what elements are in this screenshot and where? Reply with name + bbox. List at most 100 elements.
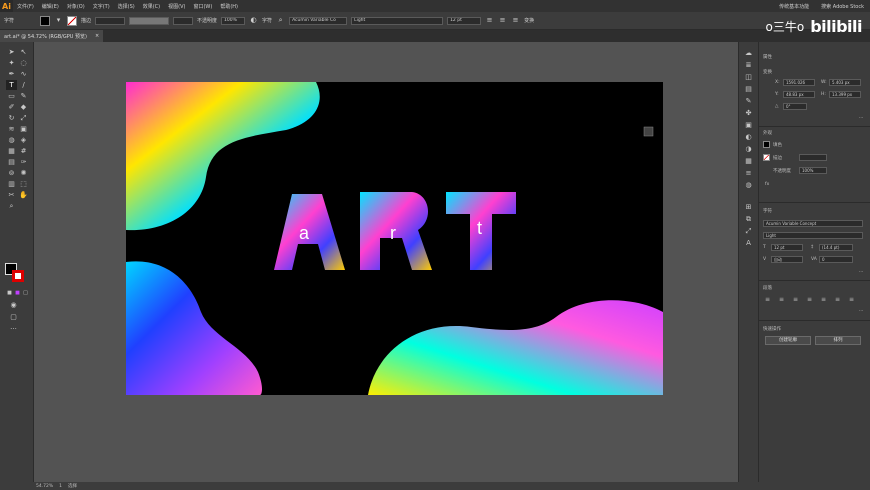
h-field[interactable]: 13.399 px bbox=[829, 91, 861, 98]
font-size-field[interactable]: 12 pt bbox=[447, 16, 482, 25]
pen-tool-icon[interactable]: ✒ bbox=[6, 69, 17, 79]
arrange-button[interactable]: 排列 bbox=[815, 336, 861, 345]
stroke-color-box[interactable] bbox=[12, 270, 24, 282]
transparency-icon[interactable]: ◍ bbox=[743, 180, 754, 190]
align-center-icon[interactable]: ≡ bbox=[779, 296, 784, 303]
line-tool-icon[interactable]: / bbox=[18, 80, 29, 90]
chevron-down-icon[interactable]: ▾ bbox=[54, 16, 63, 25]
brush-field[interactable] bbox=[173, 16, 194, 25]
column-graph-tool-icon[interactable]: ▥ bbox=[6, 179, 17, 189]
stroke-weight-field[interactable] bbox=[799, 154, 827, 161]
curvature-tool-icon[interactable]: ∿ bbox=[18, 69, 29, 79]
angle-field[interactable]: 0° bbox=[783, 103, 807, 110]
recolor-icon[interactable]: ◐ bbox=[249, 16, 258, 25]
font-style-field[interactable]: Light bbox=[351, 16, 444, 25]
menu-file[interactable]: 文件(F) bbox=[13, 3, 38, 10]
panel-font-family-field[interactable]: Acumin Variable Concept bbox=[763, 220, 863, 227]
opacity-field[interactable]: 100% bbox=[221, 16, 246, 25]
type-tool-icon[interactable]: T bbox=[6, 80, 17, 90]
stroke-swatch[interactable] bbox=[67, 15, 78, 26]
more-paragraph-icon[interactable]: ··· bbox=[859, 309, 863, 314]
menu-type[interactable]: 文字(T) bbox=[89, 3, 114, 10]
more-options-icon[interactable]: ··· bbox=[859, 116, 863, 121]
fill-swatch[interactable] bbox=[40, 15, 51, 26]
menu-help[interactable]: 帮助(H) bbox=[216, 3, 242, 10]
variable-width-field[interactable] bbox=[129, 16, 170, 25]
panel-tracking-field[interactable]: 0 bbox=[819, 256, 853, 263]
swatches-icon[interactable]: ▦ bbox=[743, 156, 754, 166]
slice-tool-icon[interactable]: ✂ bbox=[6, 190, 17, 200]
none-mode-icon[interactable]: □ bbox=[20, 288, 31, 298]
zoom-tool-icon[interactable]: ⌕ bbox=[6, 201, 17, 211]
brushes-icon[interactable]: ✎ bbox=[743, 96, 754, 106]
zoom-level[interactable]: 54.72% bbox=[36, 484, 53, 489]
rotate-tool-icon[interactable]: ↻ bbox=[6, 113, 17, 123]
hand-tool-icon[interactable]: ✋ bbox=[18, 190, 29, 200]
warp-tool-icon[interactable]: ≋ bbox=[6, 124, 17, 134]
paintbrush-tool-icon[interactable]: ✎ bbox=[18, 91, 29, 101]
direct-selection-tool-icon[interactable]: ↖ bbox=[18, 47, 29, 57]
panel-kerning-field[interactable]: 自动 bbox=[771, 256, 803, 263]
appearance-fill-swatch[interactable] bbox=[763, 141, 770, 148]
appearance-stroke-swatch[interactable] bbox=[763, 154, 770, 161]
font-family-field[interactable]: Acumin Variable Co bbox=[289, 16, 348, 25]
libraries-icon[interactable]: ☁ bbox=[743, 48, 754, 58]
x-field[interactable]: 1591.026 bbox=[783, 79, 815, 86]
menu-window[interactable]: 窗口(W) bbox=[189, 3, 216, 10]
live-paint-tool-icon[interactable]: ◈ bbox=[18, 135, 29, 145]
more-tools-icon[interactable]: ··· bbox=[8, 324, 19, 334]
perspective-grid-tool-icon[interactable]: ▦ bbox=[6, 146, 17, 156]
pathfinder-icon[interactable]: ⧉ bbox=[743, 214, 754, 224]
w-field[interactable]: 5.403 px bbox=[829, 79, 861, 86]
workspace-switcher[interactable]: 传统基本功能 bbox=[775, 3, 813, 10]
lasso-tool-icon[interactable]: ◌ bbox=[18, 58, 29, 68]
rectangle-tool-icon[interactable]: ▭ bbox=[6, 91, 17, 101]
menu-edit[interactable]: 编辑(E) bbox=[38, 3, 63, 10]
menu-select[interactable]: 选择(S) bbox=[114, 3, 139, 10]
scale-tool-icon[interactable]: ⤢ bbox=[18, 113, 29, 123]
more-character-icon[interactable]: ··· bbox=[859, 270, 863, 275]
magic-wand-icon[interactable]: ✦ bbox=[6, 58, 17, 68]
properties-tab[interactable]: 属性 bbox=[763, 54, 772, 60]
mesh-tool-icon[interactable]: # bbox=[18, 146, 29, 156]
transform-label[interactable]: 变换 bbox=[524, 17, 534, 24]
opacity-field[interactable]: 100% bbox=[799, 167, 827, 174]
panel-font-style-field[interactable]: Light bbox=[763, 232, 863, 239]
align-right-icon[interactable]: ≡ bbox=[511, 16, 520, 25]
stock-search[interactable]: 搜索 Adobe Stock bbox=[817, 3, 868, 10]
menu-view[interactable]: 视图(V) bbox=[164, 3, 189, 10]
panel-leading-field[interactable]: (14.4 pt) bbox=[819, 244, 853, 251]
eraser-tool-icon[interactable]: ◆ bbox=[18, 102, 29, 112]
document-tab[interactable]: art.ai* @ 54.72% (RGB/GPU 预览) × bbox=[0, 30, 104, 42]
justify-all-icon[interactable]: ≡ bbox=[849, 296, 854, 303]
align-icon[interactable]: ⊞ bbox=[743, 202, 754, 212]
align-right-icon[interactable]: ≡ bbox=[793, 296, 798, 303]
artboard-tool-icon[interactable]: ⬚ bbox=[18, 179, 29, 189]
menu-effect[interactable]: 效果(C) bbox=[139, 3, 164, 10]
properties-icon[interactable]: ≣ bbox=[743, 60, 754, 70]
symbol-sprayer-tool-icon[interactable]: ✺ bbox=[18, 168, 29, 178]
panel-font-size-field[interactable]: 12 pt bbox=[771, 244, 803, 251]
artboard-number[interactable]: 1 bbox=[59, 484, 62, 489]
transform-icon[interactable]: ⤢ bbox=[743, 226, 754, 236]
selection-tool-icon[interactable]: ➤ bbox=[6, 47, 17, 57]
color-icon[interactable]: ◐ bbox=[743, 132, 754, 142]
symbols-icon[interactable]: ✤ bbox=[743, 108, 754, 118]
align-left-icon[interactable]: ≡ bbox=[765, 296, 770, 303]
stroke-weight-field[interactable] bbox=[95, 16, 126, 25]
artboards-icon[interactable]: ▤ bbox=[743, 84, 754, 94]
justify-center-icon[interactable]: ≡ bbox=[821, 296, 826, 303]
layers-icon[interactable]: ◫ bbox=[743, 72, 754, 82]
screen-mode-icon[interactable]: ▢ bbox=[8, 312, 19, 322]
create-outline-button[interactable]: 创建轮廓 bbox=[765, 336, 811, 345]
shaper-tool-icon[interactable]: ✐ bbox=[6, 102, 17, 112]
justify-left-icon[interactable]: ≡ bbox=[807, 296, 812, 303]
y-field[interactable]: 48.83 px bbox=[783, 91, 815, 98]
eyedropper-tool-icon[interactable]: ✑ bbox=[18, 157, 29, 167]
stroke-icon[interactable]: ≡ bbox=[743, 168, 754, 178]
fx-icon[interactable]: fx bbox=[765, 182, 769, 187]
justify-right-icon[interactable]: ≡ bbox=[835, 296, 840, 303]
draw-mode-icon[interactable]: ◉ bbox=[8, 300, 19, 310]
artboard[interactable]: a r t bbox=[126, 82, 663, 395]
gradient-tool-icon[interactable]: ▤ bbox=[6, 157, 17, 167]
